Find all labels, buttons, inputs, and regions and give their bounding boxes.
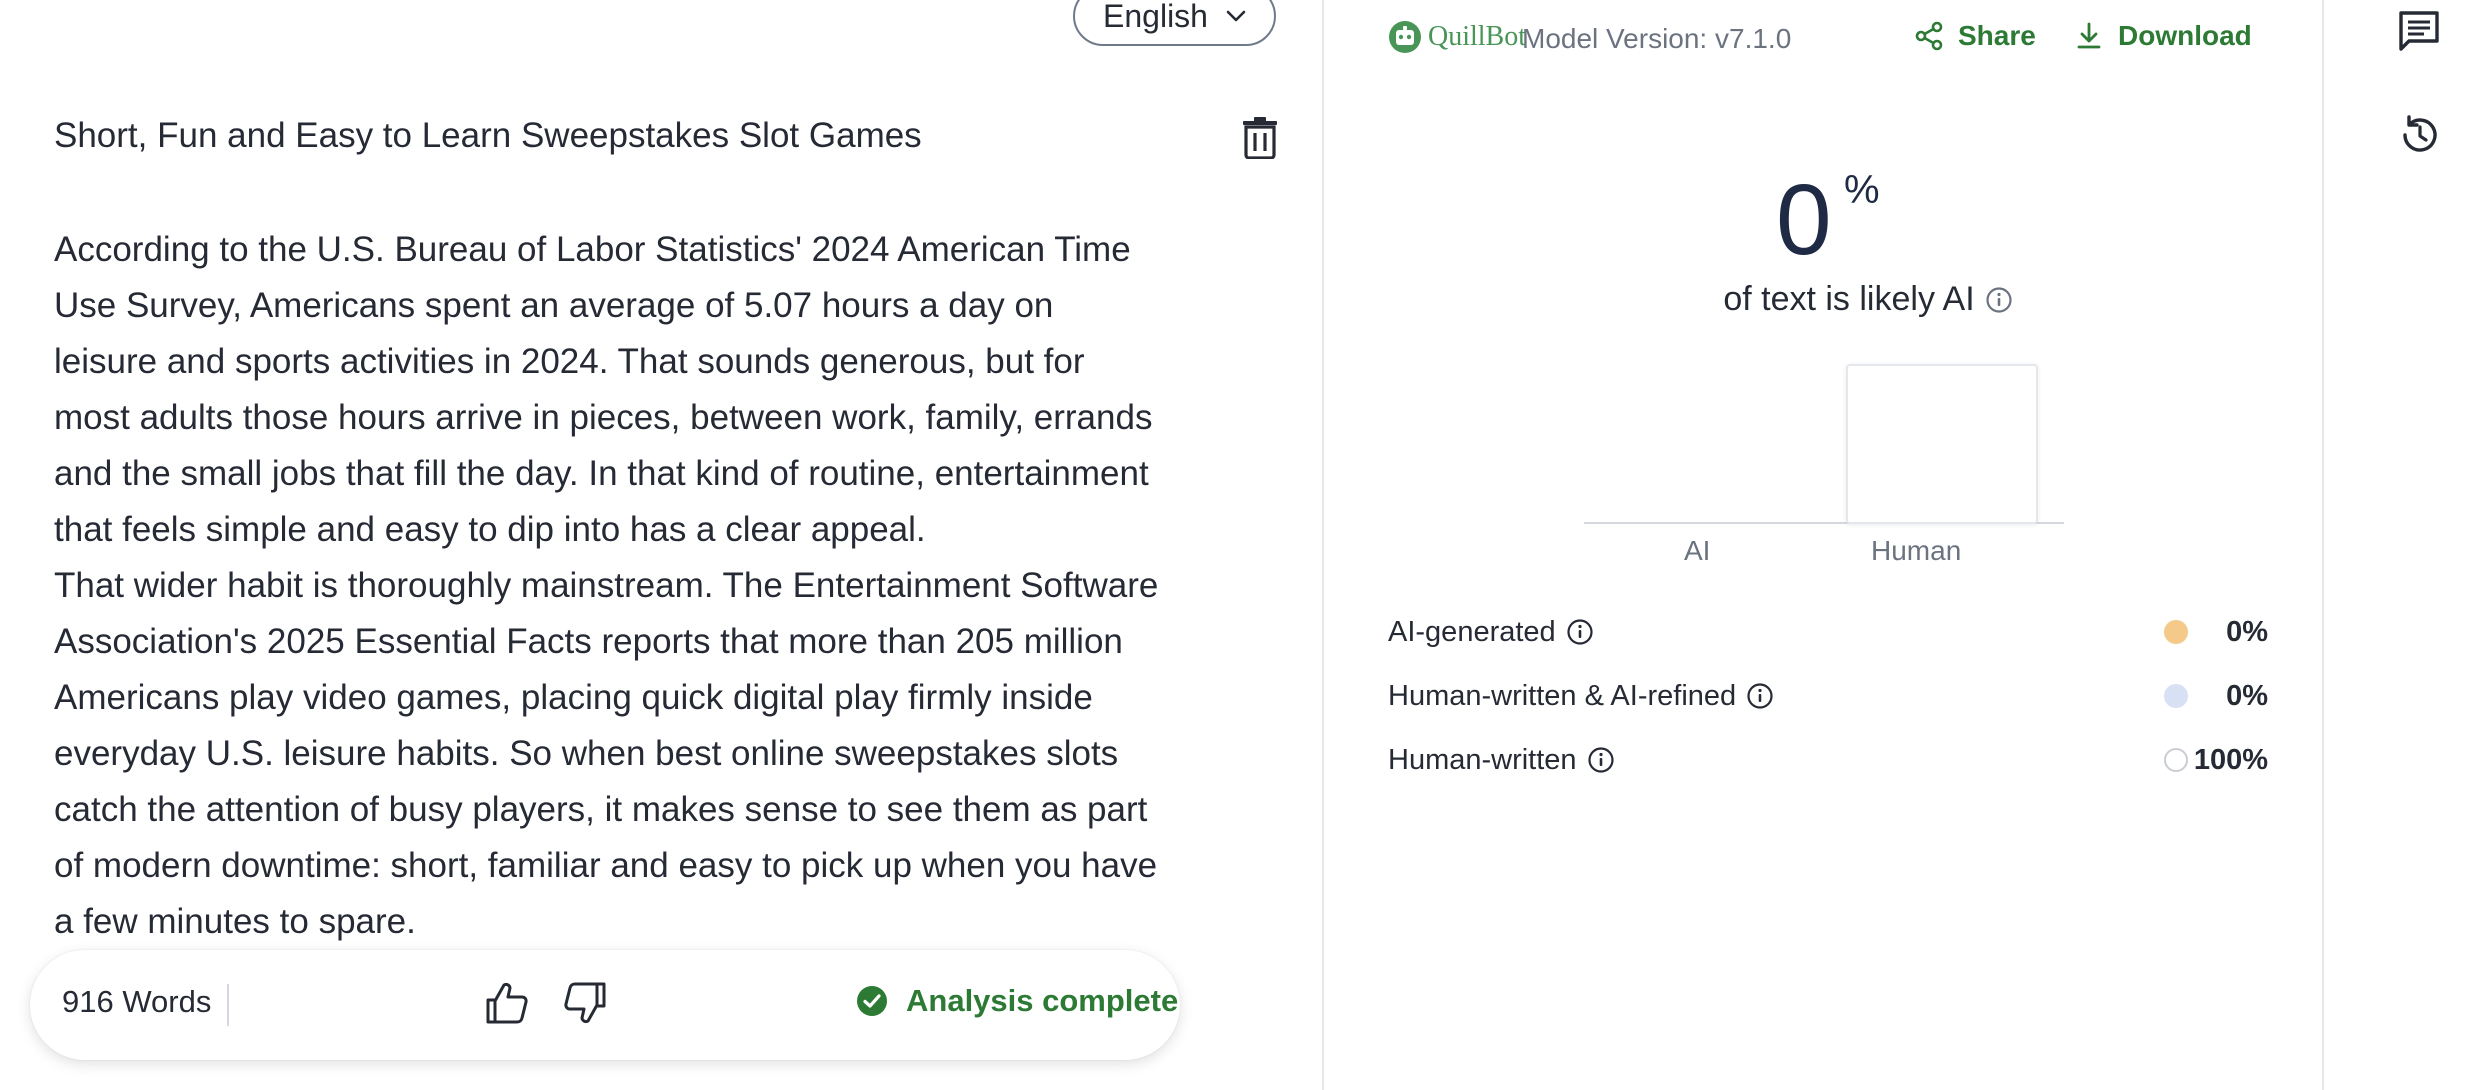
thumb-up-icon — [486, 982, 528, 1024]
language-dropdown[interactable]: English — [1073, 0, 1276, 46]
legend-dot — [2164, 684, 2188, 708]
legend-label: Human-written — [1388, 743, 1577, 776]
legend-value: 100% — [2193, 743, 2268, 776]
info-icon[interactable] — [1746, 682, 1774, 710]
word-count: 916 Words — [62, 984, 212, 1019]
info-icon[interactable] — [1587, 746, 1615, 774]
model-version: Model Version: v7.1.0 — [1522, 23, 1792, 54]
ai-score-value: 0 — [1776, 164, 1832, 276]
thumbs-up-button[interactable] — [482, 978, 532, 1028]
thumbs-down-button[interactable] — [560, 978, 610, 1028]
legend-label: Human-written & AI-refined — [1388, 679, 1737, 712]
chevron-down-icon — [1226, 10, 1246, 22]
ai-score-percent-sign: % — [1844, 168, 1880, 212]
share-icon — [1915, 21, 1943, 51]
brand-name: QuillBot — [1428, 21, 1527, 52]
legend-row-ai-generated: AI-generated 0% — [1388, 612, 2268, 652]
trash-icon — [1243, 117, 1277, 159]
side-rail — [2324, 0, 2484, 1090]
quillbot-logo: QuillBot — [1388, 20, 1526, 54]
share-button[interactable]: Share — [1914, 20, 2036, 52]
score-bar-chart: AI Human — [1584, 360, 2064, 580]
share-label: Share — [1958, 20, 2036, 51]
legend-value: 0% — [2226, 679, 2268, 712]
language-label: English — [1103, 0, 1208, 34]
bar-label-human: Human — [1871, 535, 1962, 566]
info-icon[interactable] — [1985, 286, 2013, 314]
history-icon — [2403, 115, 2437, 152]
document-title[interactable]: Short, Fun and Easy to Learn Sweepstakes… — [54, 116, 922, 156]
download-label: Download — [2118, 20, 2252, 51]
paragraph: That wider habit is thoroughly mainstrea… — [54, 566, 1159, 941]
comment-icon — [2399, 11, 2439, 51]
bar-label-ai: AI — [1684, 535, 1711, 566]
thumb-down-icon — [564, 982, 606, 1024]
analysis-status-text: Analysis complete — [906, 983, 1179, 1018]
legend-row-ai-refined: Human-written & AI-refined 0% — [1388, 676, 2268, 716]
legend-dot — [2164, 748, 2188, 772]
results-panel: QuillBot Model Version: v7.1.0 Share Dow… — [1324, 0, 2322, 1090]
document-text[interactable]: According to the U.S. Bureau of Labor St… — [54, 222, 1164, 950]
ai-score-caption: of text is likely AI — [1324, 280, 2322, 319]
legend-value: 0% — [2226, 615, 2268, 648]
delete-button[interactable] — [1238, 114, 1282, 162]
legend-row-human-written: Human-written 100% — [1388, 740, 2268, 780]
ai-score-caption-text: of text is likely AI — [1723, 280, 1975, 318]
history-button[interactable] — [2394, 110, 2444, 160]
score-bar-chart-svg — [1584, 364, 2064, 524]
divider — [227, 984, 229, 1026]
editor-panel: English Short, Fun and Easy to Learn Swe… — [0, 0, 1322, 1090]
download-button[interactable]: Download — [2074, 20, 2252, 52]
bar-human — [1846, 364, 2038, 524]
quillbot-logo-icon — [1389, 21, 1421, 53]
status-bar: 916 Words Analysis complete — [30, 950, 1180, 1060]
download-icon — [2077, 22, 2101, 49]
info-icon[interactable] — [1566, 618, 1594, 646]
comments-button[interactable] — [2394, 6, 2444, 56]
analysis-status: Analysis complete — [856, 983, 1178, 1019]
legend-dot — [2164, 620, 2188, 644]
paragraph: According to the U.S. Bureau of Labor St… — [54, 230, 1153, 549]
check-circle-icon — [857, 986, 887, 1016]
legend-label: AI-generated — [1388, 615, 1556, 648]
